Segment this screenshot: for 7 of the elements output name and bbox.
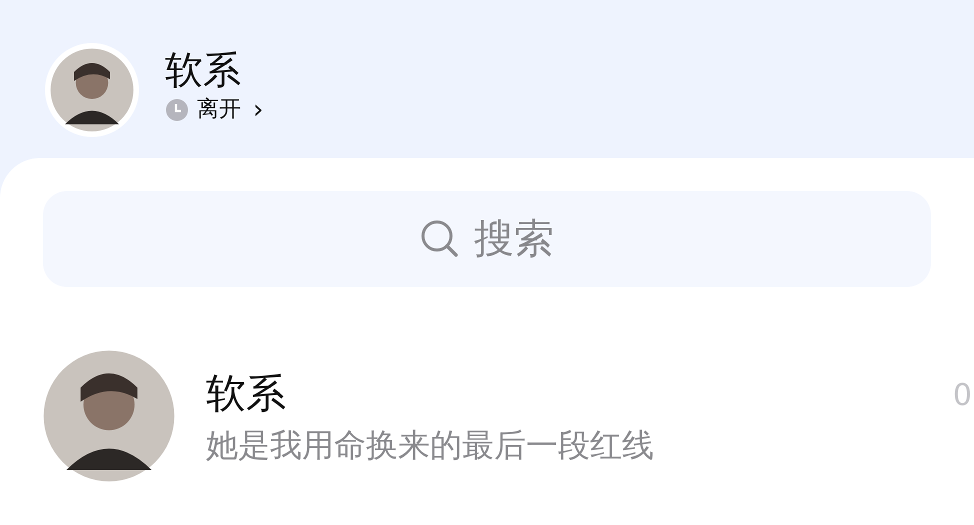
search-icon — [420, 219, 460, 259]
contact-name: 软系 — [165, 47, 242, 94]
conversation-name: 软系 — [206, 370, 287, 419]
message-time: 0 — [952, 377, 972, 415]
message-preview: 她是我用命换来的最后一段红线 — [206, 425, 654, 466]
clock-icon — [165, 98, 189, 122]
status-button[interactable]: 离开 › — [165, 95, 264, 125]
